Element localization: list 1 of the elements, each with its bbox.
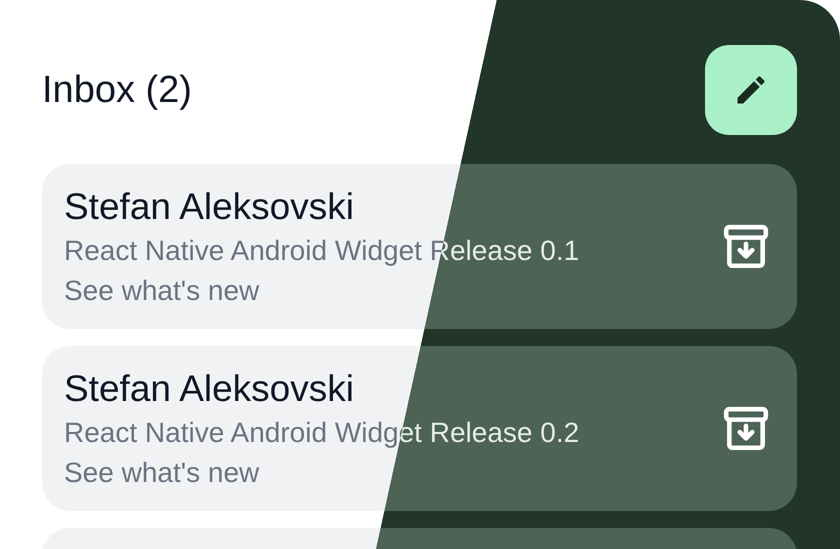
compose-button[interactable]	[705, 45, 797, 135]
